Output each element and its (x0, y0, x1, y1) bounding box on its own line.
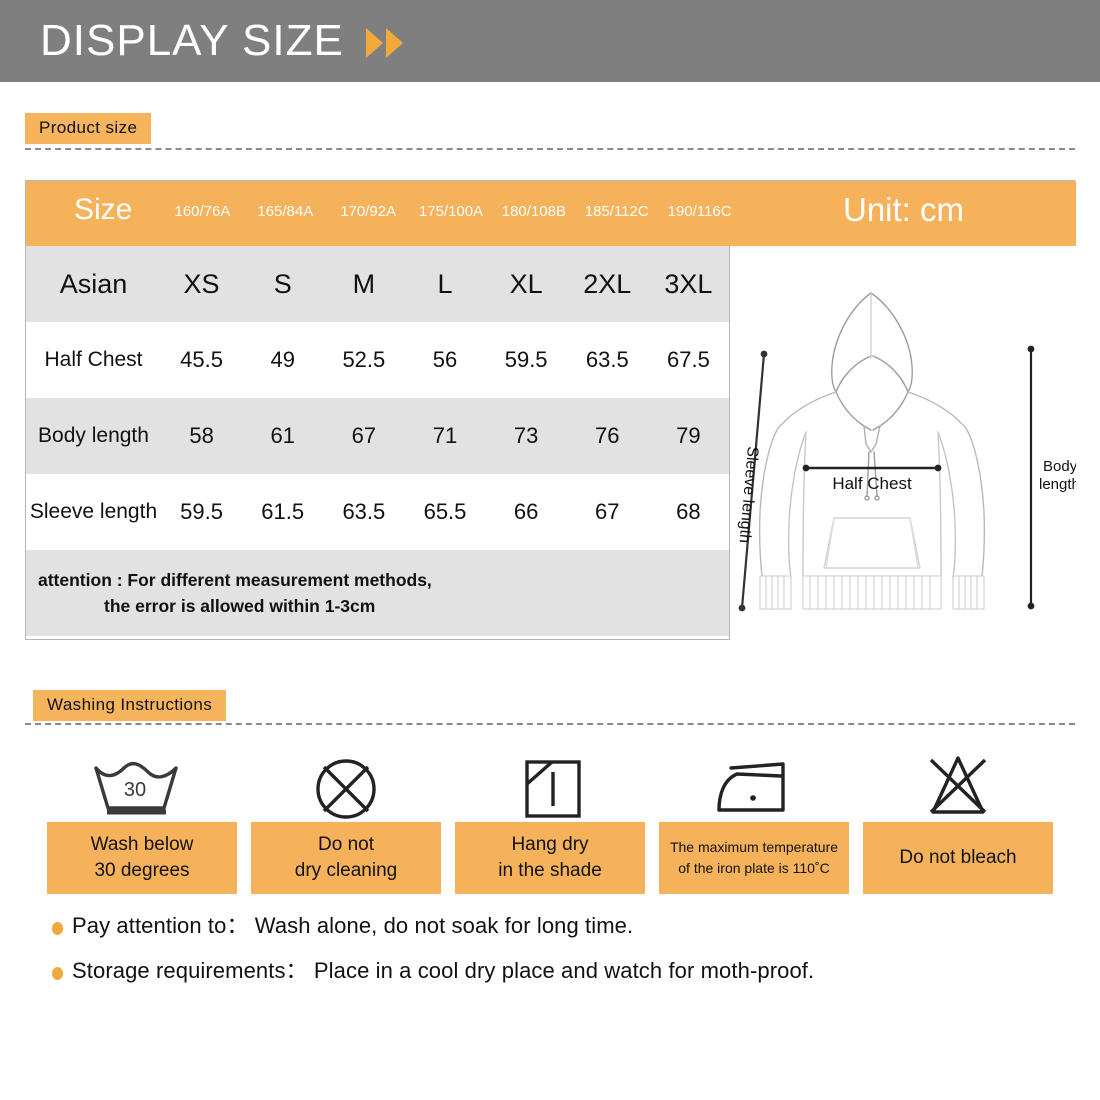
cell-value: 67.5 (667, 347, 710, 372)
divider-product-size (25, 148, 1075, 150)
asian-size: M (352, 268, 376, 299)
wash-label-box: Hang dry in the shade (455, 822, 645, 894)
no-bleach-icon (929, 756, 987, 814)
washing-icon-row: 30 (40, 738, 1060, 828)
wash-label-line1: Do not bleach (899, 847, 1017, 869)
wash-label-line1: Hang dry (511, 834, 589, 856)
cell-value: 66 (513, 499, 539, 524)
attention-line-2: the error is allowed within 1-3cm (104, 596, 376, 616)
cell-value: 49 (270, 347, 295, 372)
size-table-header: Size 160/76A 165/84A 170/92A 175/100A 18… (26, 181, 1076, 246)
size-table: Size 160/76A 165/84A 170/92A 175/100A 18… (25, 180, 1076, 640)
care-notes: Pay attention to： Wash alone, do not soa… (52, 908, 1052, 998)
size-code: 185/112C (584, 203, 649, 220)
half-chest-label: Half Chest (832, 474, 912, 493)
note-text: Storage requirements： Place in a cool dr… (72, 958, 815, 983)
wash-label-line2: 30 degrees (94, 860, 190, 881)
row-label: Body length (38, 424, 149, 447)
cell-value: 61.5 (261, 499, 305, 524)
size-table-body: Asian XS S M L XL 2XL 3XL Half Chest 45.… (26, 246, 730, 640)
size-code: 160/76A (174, 203, 231, 220)
table-row: Asian XS S M L XL 2XL 3XL (26, 246, 729, 322)
cell-value: 58 (189, 423, 214, 448)
display-size-banner: DISPLAY SIZE (0, 0, 1100, 82)
wash-label-line1: The maximum temperature (669, 839, 839, 855)
cell-value: 59.5 (180, 499, 223, 524)
washing-instructions-tab: Washing Instructions (33, 690, 227, 721)
cell-value: 63.5 (342, 499, 386, 524)
cell-value: 63.5 (585, 347, 629, 372)
wash-label-line1: Do not (318, 834, 374, 856)
unit-label: Unit: cm (842, 191, 964, 228)
body-length-label-line1: Body (1043, 458, 1076, 475)
cell-value: 45.5 (180, 347, 223, 372)
hoodie-diagram: Half Chest Body length Sleeve length (730, 246, 1076, 640)
bullet-dot-icon (52, 967, 63, 980)
row-header-asian: Asian (59, 268, 128, 299)
cell-value: 73 (513, 423, 539, 448)
attention-line-1: attention : For different measurement me… (38, 569, 432, 590)
bullet-dot-icon (52, 922, 63, 935)
note-text: Pay attention to： Wash alone, do not soa… (72, 913, 634, 938)
list-item: Pay attention to： Wash alone, do not soa… (52, 908, 1052, 940)
asian-size: XS (183, 268, 220, 299)
body-length-measure (1027, 345, 1035, 610)
wash-label-line2: dry cleaning (294, 860, 398, 881)
cell-value: 68 (676, 499, 701, 524)
cell-value: 52.5 (342, 347, 386, 372)
sleeve-length-label: Sleeve length (736, 446, 761, 544)
asian-size: 2XL (583, 268, 632, 299)
size-code: 190/116C (667, 203, 732, 220)
hang-dry-shade-icon (525, 760, 581, 818)
table-row: Half Chest 45.5 49 52.5 56 59.5 63.5 67.… (26, 322, 729, 398)
wash-label-line2: in the shade (498, 860, 602, 881)
cell-value: 67 (351, 423, 377, 448)
wash-label-line2: of the iron plate is 110˚C (678, 860, 830, 876)
hoodie-illustration: Half Chest Body length Sleeve length (736, 291, 1076, 612)
size-code: 180/108B (501, 203, 566, 220)
iron-one-dot-icon (717, 762, 785, 812)
product-size-tab: Product size (25, 113, 152, 144)
attention-note: attention : For different measurement me… (26, 550, 729, 636)
asian-size: XL (509, 268, 543, 299)
wash-temp-value: 30 (124, 779, 146, 801)
cell-value: 61 (270, 423, 295, 448)
cell-value: 79 (676, 423, 701, 448)
wash-label-box: Wash below 30 degrees (47, 822, 237, 894)
size-header-label: Size (74, 193, 133, 226)
list-item: Storage requirements： Place in a cool dr… (52, 953, 1052, 985)
cell-value: 56 (432, 347, 458, 372)
size-code-list: 160/76A 165/84A 170/92A 175/100A 180/108… (161, 203, 741, 220)
size-code: 175/100A (418, 203, 484, 220)
row-label: Half Chest (44, 348, 143, 371)
asian-size: L (437, 268, 453, 299)
asian-size: 3XL (664, 268, 713, 299)
cell-value: 67 (595, 499, 620, 524)
cell-value: 76 (595, 423, 620, 448)
size-code: 170/92A (340, 203, 397, 220)
wash-tub-30-icon: 30 (94, 761, 178, 815)
wash-label-box: The maximum temperature of the iron plat… (659, 822, 849, 894)
row-label: Sleeve length (29, 500, 158, 523)
cell-value: 71 (432, 423, 458, 448)
size-code: 165/84A (257, 203, 314, 220)
no-dry-clean-icon (316, 759, 376, 819)
divider-washing (25, 723, 1075, 725)
page-title: DISPLAY SIZE (40, 16, 344, 65)
cell-value: 59.5 (504, 347, 548, 372)
half-chest-measure (802, 464, 942, 472)
wash-label-box: Do not dry cleaning (251, 822, 441, 894)
cell-value: 65.5 (423, 499, 467, 524)
table-row: Sleeve length 59.5 61.5 63.5 65.5 66 67 … (26, 474, 729, 550)
asian-size: S (273, 268, 292, 299)
wash-label-line1: Wash below (90, 834, 194, 856)
body-length-label-line2: length (1039, 476, 1076, 493)
table-row: Body length 58 61 67 71 73 76 79 (26, 398, 729, 474)
washing-label-row: Wash below 30 degrees Do not dry cleanin… (40, 822, 1060, 894)
double-chevron-right-icon (365, 28, 403, 58)
wash-label-box: Do not bleach (863, 822, 1053, 894)
